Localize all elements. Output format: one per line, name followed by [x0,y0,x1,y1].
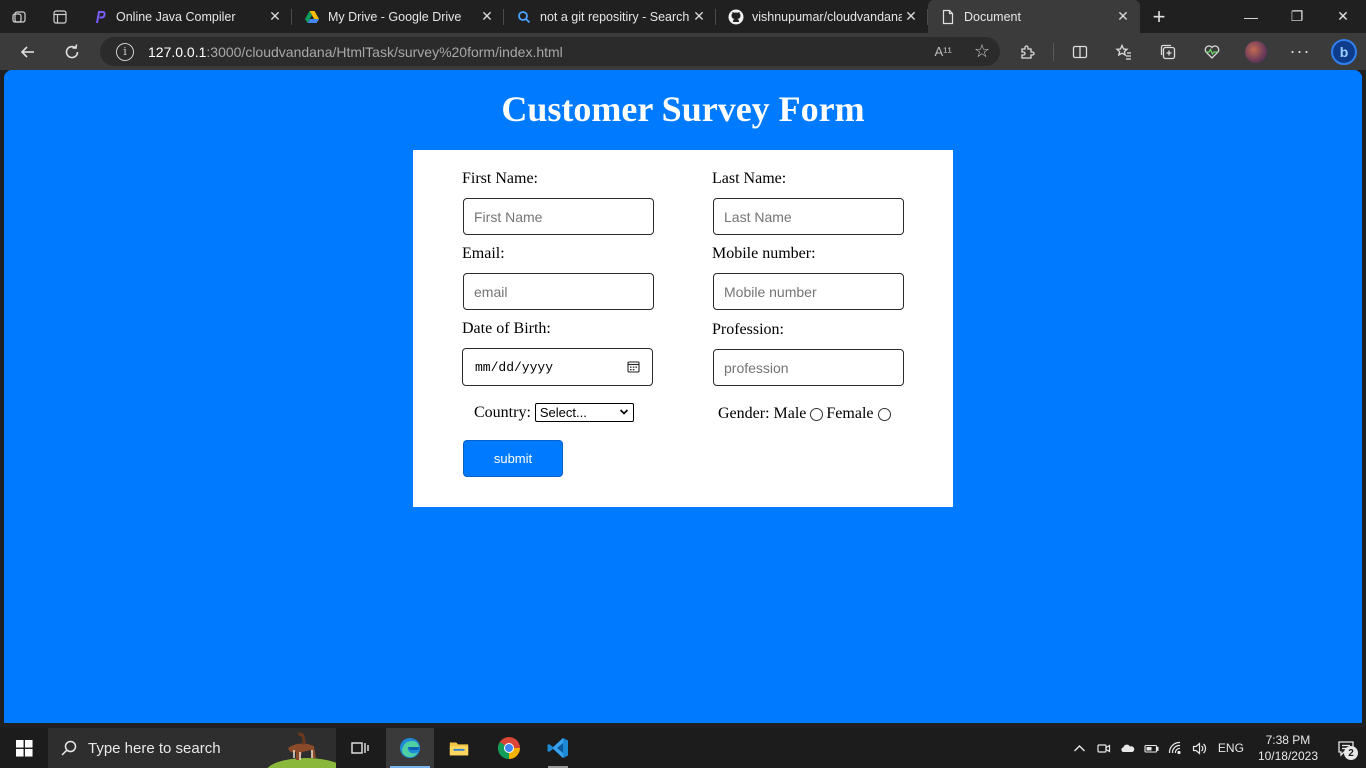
clock-time: 7:38 PM [1265,733,1311,747]
gender-group: Gender: Male Female [718,405,894,423]
site-info-icon[interactable]: i [116,42,134,61]
submit-button[interactable]: submit [463,440,563,477]
gender-male-radio[interactable] [810,407,824,421]
favorites-icon[interactable] [1102,33,1146,70]
taskbar-search[interactable]: Type here to search [48,728,336,768]
windows-taskbar: Type here to search ENG 7:38 PM 10/18/20… [0,728,1366,768]
tab-online-java-compiler[interactable]: Online Java Compiler ✕ [80,0,292,33]
tab-title: not a git repositiry - Search [540,9,690,24]
refresh-icon[interactable] [52,33,92,70]
url-text: 127.0.0.1:3000/cloudvandana/HtmlTask/sur… [148,43,563,60]
tab-github[interactable]: vishnupumar/cloudvandana ✕ [716,0,928,33]
taskbar-clock[interactable]: 7:38 PM 10/18/2023 [1258,732,1318,764]
gender-male-label: Male [773,405,807,422]
first-name-input[interactable] [463,198,654,235]
document-icon [940,9,956,25]
notification-count-badge: 2 [1344,746,1358,760]
wifi-icon[interactable] [1164,741,1188,756]
tab-document[interactable]: Document ✕ [928,0,1140,33]
close-icon[interactable]: ✕ [266,8,284,26]
first-name-label: First Name: [462,170,538,187]
vscode-icon[interactable] [534,728,582,768]
windows-start-icon[interactable] [0,728,48,768]
tab-actions-icon[interactable] [40,0,80,33]
search-icon [516,9,532,25]
country-selected-value: Select... [539,405,587,420]
page-title: Customer Survey Form [501,89,865,129]
country-group: Country: Select... [474,403,634,422]
email-label: Email: [462,245,505,262]
close-icon[interactable]: ✕ [690,8,708,26]
new-tab-icon[interactable]: + [1140,0,1178,33]
country-select[interactable]: Select... [534,403,634,422]
calendar-icon[interactable] [627,360,640,373]
google-drive-icon [304,9,320,25]
minimize-icon[interactable]: — [1228,0,1274,33]
survey-form: First Name: Last Name: Email: Mobile num… [413,150,953,507]
date-placeholder: mm/dd/yyyy [475,359,554,375]
window-controls: — ❐ ✕ [1228,0,1366,33]
tab-title: Online Java Compiler [116,9,236,24]
workspaces-icon[interactable] [0,0,40,33]
search-highlight-okapi-icon [267,732,336,768]
browser-toolbar: i 127.0.0.1:3000/cloudvandana/HtmlTask/s… [0,33,1366,70]
date-of-birth-input[interactable]: mm/dd/yyyy [462,348,653,386]
mobile-number-label: Mobile number: [712,245,816,262]
chevron-down-icon [619,409,628,415]
input-language[interactable]: ENG [1218,741,1244,755]
volume-icon[interactable] [1188,741,1212,756]
search-icon [61,740,77,756]
battery-icon[interactable] [1140,741,1164,756]
file-explorer-icon[interactable] [435,728,483,768]
programiz-icon [92,9,108,25]
read-aloud-icon[interactable]: A¹¹ [935,44,952,59]
browser-tab-strip: Online Java Compiler ✕ My Drive - Google… [0,0,1366,33]
close-window-icon[interactable]: ✕ [1320,0,1366,33]
profile-avatar[interactable] [1234,33,1278,70]
onedrive-cloud-icon[interactable] [1116,741,1140,756]
last-name-label: Last Name: [712,170,787,187]
taskbar-search-placeholder: Type here to search [88,739,221,757]
address-bar[interactable]: i 127.0.0.1:3000/cloudvandana/HtmlTask/s… [100,37,1000,66]
gender-female-radio[interactable] [877,407,891,421]
gender-label: Gender: [718,405,770,422]
favorite-star-icon[interactable]: ☆ [974,41,990,62]
system-tray: ENG 7:38 PM 10/18/2023 2 [1068,728,1366,768]
task-view-icon[interactable] [336,728,384,768]
tab-bing-search[interactable]: not a git repositiry - Search ✕ [504,0,716,33]
close-icon[interactable]: ✕ [1114,8,1132,26]
browser-essentials-icon[interactable] [1190,33,1234,70]
profession-label: Profession: [712,321,784,338]
notifications-icon[interactable]: 2 [1326,728,1366,768]
country-label: Country: [474,403,531,421]
meet-now-icon[interactable] [1092,741,1116,756]
back-icon[interactable] [8,33,48,70]
date-of-birth-label: Date of Birth: [462,320,551,337]
tab-title: My Drive - Google Drive [328,9,462,24]
restore-icon[interactable]: ❐ [1274,0,1320,33]
tab-title: Document [964,9,1021,24]
last-name-input[interactable] [713,198,904,235]
settings-more-icon[interactable]: ··· [1278,33,1322,70]
gender-female-label: Female [826,405,874,422]
email-input[interactable] [463,273,654,310]
chevron-up-icon[interactable] [1068,741,1092,756]
collections-icon[interactable] [1146,33,1190,70]
tab-google-drive[interactable]: My Drive - Google Drive ✕ [292,0,504,33]
close-icon[interactable]: ✕ [478,8,496,26]
extensions-icon[interactable] [1005,33,1049,70]
edge-browser-icon[interactable] [386,728,434,768]
clock-date: 10/18/2023 [1257,749,1318,763]
mobile-number-input[interactable] [713,273,904,310]
chrome-icon[interactable] [485,728,533,768]
tab-title: vishnupumar/cloudvandana [752,9,902,24]
close-icon[interactable]: ✕ [902,8,920,26]
profession-input[interactable] [713,349,904,386]
bing-copilot-icon[interactable]: b [1322,33,1366,70]
split-screen-icon[interactable] [1058,33,1102,70]
page-viewport: Customer Survey Form First Name: Last Na… [4,70,1362,723]
github-icon [728,9,744,25]
